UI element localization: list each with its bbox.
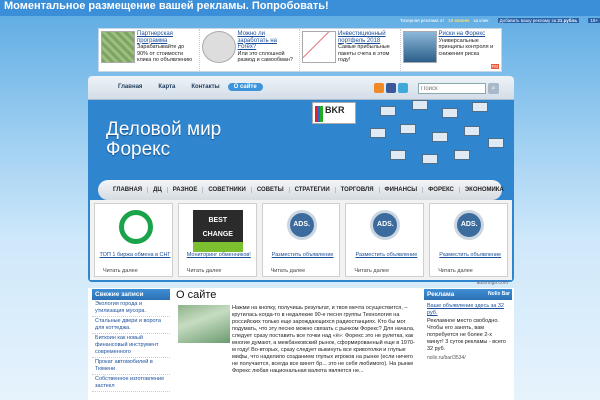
nav-item-advisors[interactable]: СОВЕТНИКИ bbox=[203, 187, 252, 193]
teaser-item[interactable]: Можно ли заработать на Forex? Или это спл… bbox=[200, 29, 300, 71]
recent-posts-sidebar: Свежие записи Экология города и утилизац… bbox=[92, 289, 170, 400]
rss-icon[interactable] bbox=[374, 83, 384, 93]
banner-caption[interactable]: Разместить объявление bbox=[267, 252, 339, 258]
banner-card[interactable]: ADS. Разместить объявление Читать далее bbox=[345, 203, 425, 277]
banner-card[interactable]: ADS. Разместить объявление Читать далее bbox=[261, 203, 341, 277]
bestchange-logo[interactable]: BEST CHANGE bbox=[192, 210, 243, 252]
site-title-line1: Деловой мир bbox=[106, 119, 222, 140]
ad-network-count: 10 копеек bbox=[448, 17, 470, 23]
recent-post-link[interactable]: Стальные двери и ворота для коттеджа. bbox=[92, 317, 170, 334]
teaser-text: Или это сплошной развод и самообман? bbox=[237, 50, 293, 64]
nav-link-map[interactable]: Карта bbox=[150, 84, 183, 91]
social-icons bbox=[374, 83, 408, 93]
main-navigation: ГЛАВНАЯ ДЦ РАЗНОЕ СОВЕТНИКИ СОВЕТЫ СТРАТ… bbox=[98, 180, 504, 200]
ad-sidebar: Реклама Nolix Bar Ваше объявление здесь … bbox=[424, 289, 512, 400]
banner-card[interactable]: BEST CHANGE Мониторинг обменников! Читат… bbox=[177, 203, 257, 277]
teaser-title[interactable]: Партнерская программа bbox=[137, 31, 197, 44]
teaser-thumbnail[interactable] bbox=[302, 31, 336, 63]
banner-card[interactable]: ADS. Разместить объявление Читать далее bbox=[429, 203, 508, 277]
search-input[interactable] bbox=[418, 83, 486, 94]
banner-caption[interactable]: Разместить объявление bbox=[350, 252, 422, 258]
facebook-icon[interactable] bbox=[386, 83, 396, 93]
article-title: О сайте bbox=[176, 289, 217, 301]
ad-network-suffix: за клик bbox=[473, 17, 489, 23]
ads-logo[interactable]: ADS. bbox=[286, 210, 317, 240]
banner-caption[interactable]: ТОП 1 биржа обмена в СНГ bbox=[99, 252, 171, 258]
ad-slot-link[interactable]: Ваше объявление здесь за 32 руб. bbox=[424, 300, 512, 317]
teaser-thumbnail[interactable] bbox=[101, 31, 135, 63]
ad-network-prefix: Тизерная реклама от bbox=[400, 17, 445, 23]
recent-post-link[interactable]: Биткоин как новый финансовый инструмент … bbox=[92, 334, 170, 358]
recent-post-link[interactable]: Прокат автомобилей в Тюмени bbox=[92, 358, 170, 375]
banner-source[interactable]: adsmngo.com bbox=[90, 280, 512, 288]
nav-item-tips[interactable]: СОВЕТЫ bbox=[252, 187, 290, 193]
teaser-text: Зарабатывайте до 90% от стоимости клика … bbox=[137, 44, 193, 63]
nav-link-home[interactable]: Главная bbox=[110, 84, 150, 91]
nav-item-economy[interactable]: ЭКОНОМИКА bbox=[460, 187, 509, 193]
search-icon[interactable]: ⌕ bbox=[488, 83, 499, 94]
age-badge: 18+ bbox=[588, 17, 600, 23]
teaser-title[interactable]: Инвестиционный портфель 2018 bbox=[338, 31, 398, 44]
twitter-icon[interactable] bbox=[398, 83, 408, 93]
banner-card[interactable]: ТОП 1 биржа обмена в СНГ Читать далее bbox=[94, 203, 173, 277]
read-more-link[interactable]: Читать далее bbox=[271, 268, 306, 274]
ads-logo[interactable]: ADS. bbox=[454, 210, 485, 240]
nav-item-dc[interactable]: ДЦ bbox=[148, 187, 168, 193]
read-more-link[interactable]: Читать далее bbox=[187, 268, 222, 274]
teaser-strip: Партнерская программа Зарабатывайте до 90… bbox=[98, 28, 502, 72]
nav-item-home[interactable]: ГЛАВНАЯ bbox=[108, 187, 149, 193]
recent-post-link[interactable]: Собственное изготовление застекл bbox=[92, 375, 170, 392]
top-navigation: Главная Карта Контакты О сайте ⌕ bbox=[88, 76, 514, 100]
recent-post-link[interactable]: Экология города и утилизация мусора. bbox=[92, 300, 170, 317]
nolix-link[interactable]: nolix.ru/bar/3534/ bbox=[424, 354, 512, 362]
site-title-line2: Форекс bbox=[106, 139, 171, 160]
nav-link-about[interactable]: О сайте bbox=[227, 83, 263, 91]
money-image bbox=[178, 305, 230, 343]
recent-posts-title: Свежие записи bbox=[92, 289, 170, 300]
teaser-text: Самые прибыльные пакеты счета в этом год… bbox=[338, 44, 390, 63]
top-ad-link[interactable]: Моментальное размещение вашей рекламы. П… bbox=[4, 0, 329, 12]
ads-logo[interactable]: ADS. bbox=[370, 210, 401, 240]
teaser-title[interactable]: Можно ли заработать на Forex? bbox=[238, 31, 298, 51]
teaser-item[interactable]: Риски на Форекс Универсальные принципы ко… bbox=[401, 29, 502, 71]
exchange-logo-icon[interactable] bbox=[119, 210, 153, 244]
nav-item-trading[interactable]: ТОРГОВЛЯ bbox=[336, 187, 380, 193]
read-more-link[interactable]: Читать далее bbox=[354, 268, 389, 274]
banner-caption[interactable]: Мониторинг обменников! bbox=[183, 252, 255, 258]
nav-item-forex[interactable]: ФОРЕКС bbox=[423, 187, 460, 193]
bkr-logo[interactable]: BKR bbox=[312, 102, 356, 124]
read-more-link[interactable]: Читать далее bbox=[438, 268, 473, 274]
laptops-illustration bbox=[360, 98, 510, 176]
ad-network-bar: Тизерная реклама от 10 копеек за клик До… bbox=[400, 16, 600, 24]
nav-item-misc[interactable]: РАЗНОЕ bbox=[168, 187, 204, 193]
teaser-item[interactable]: Инвестиционный портфель 2018 Самые прибыл… bbox=[300, 29, 401, 71]
add-ad-button[interactable]: Добавить вашу рекламу за 21 рубль bbox=[497, 17, 580, 23]
ad-slot-text: Рекламное место свободно. Чтобы его заня… bbox=[427, 318, 506, 352]
ad-sidebar-title: Реклама Nolix Bar bbox=[424, 289, 512, 300]
read-more-link[interactable]: Читать далее bbox=[103, 268, 138, 274]
teaser-thumbnail[interactable] bbox=[201, 31, 236, 63]
top-ad-banner[interactable]: Моментальное размещение вашей рекламы. П… bbox=[0, 0, 600, 16]
teaser-text: Универсальные принципы контроля и снижен… bbox=[438, 37, 494, 57]
site-title[interactable]: Деловой мир Форекс bbox=[106, 120, 221, 160]
nav-item-finance[interactable]: ФИНАНСЫ bbox=[380, 187, 424, 193]
article: О сайте Нажми на кнопку, получишь резуль… bbox=[176, 289, 418, 400]
article-body: Нажми на кнопку, получишь результат, и т… bbox=[232, 305, 415, 374]
banner-caption[interactable]: Разместить объявление bbox=[434, 252, 506, 258]
nolix-badge: Nolix Bar bbox=[488, 291, 510, 297]
banner-row: ТОП 1 биржа обмена в СНГ Читать далее BE… bbox=[90, 200, 512, 280]
teaser-ad-mark: FM bbox=[490, 64, 499, 69]
nav-link-contacts[interactable]: Контакты bbox=[183, 84, 227, 91]
teaser-thumbnail[interactable] bbox=[402, 31, 437, 63]
teaser-item[interactable]: Партнерская программа Зарабатывайте до 90… bbox=[99, 29, 200, 71]
nav-item-strategies[interactable]: СТРАТЕГИИ bbox=[290, 187, 336, 193]
